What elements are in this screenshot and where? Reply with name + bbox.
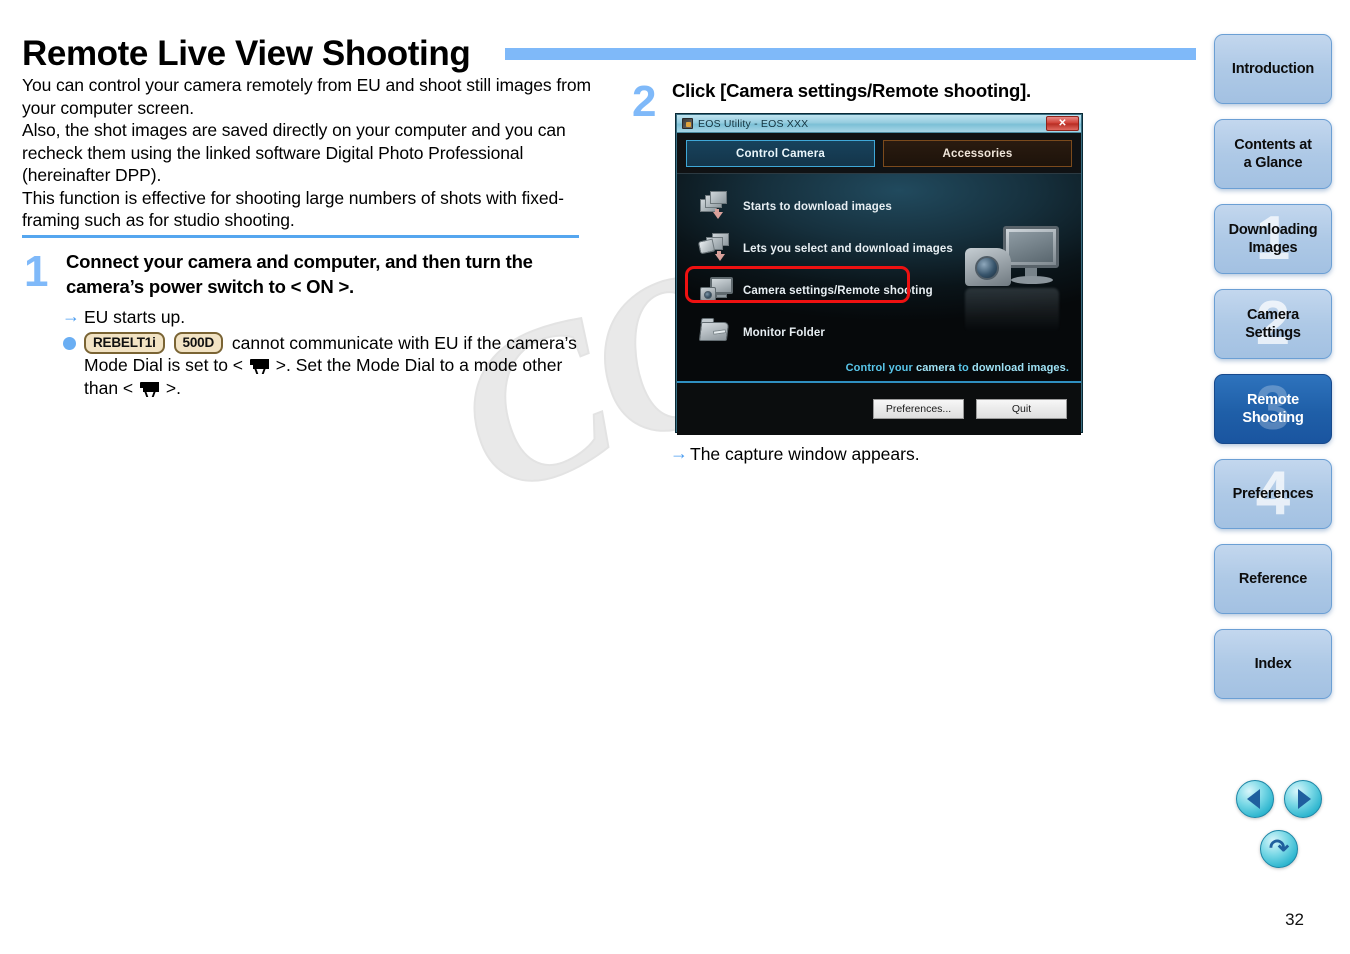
sidebar-label-contents-at-a-glance: Contents at a Glance: [1234, 137, 1312, 171]
step-1-body: → EU starts up. REBELT1i 500D cannot com…: [62, 306, 592, 399]
sidebar-item-preferences[interactable]: 4 Preferences: [1214, 459, 1332, 529]
sidebar-item-downloading-images[interactable]: 1 Downloading Images: [1214, 204, 1332, 274]
step-1-result-text: EU starts up.: [84, 307, 186, 327]
step-1-number: 1: [24, 247, 49, 296]
sidebar-label-index: Index: [1254, 656, 1292, 672]
sidebar-label-preferences: Preferences: [1232, 486, 1314, 502]
title-accent-rule: [505, 48, 1196, 60]
preferences-button[interactable]: Preferences...: [873, 399, 964, 419]
step-1-note-text-c: >.: [165, 377, 181, 398]
sidebar-label-remote-shooting: Remote Shooting: [1242, 392, 1304, 426]
model-badge-rebelt1i: REBELT1i: [84, 331, 165, 354]
step-2-number: 2: [632, 77, 657, 126]
tab-control-camera[interactable]: Control Camera: [686, 140, 875, 167]
movie-mode-icon: [249, 359, 270, 374]
menu-item-label-3: Monitor Folder: [743, 327, 825, 339]
bullet-dot-icon: [63, 336, 76, 350]
tab-accessories[interactable]: Accessories: [883, 140, 1072, 167]
caption-part-1: Control your: [845, 362, 916, 374]
step-2-heading: Click [Camera settings/Remote shooting].: [672, 80, 1031, 101]
folder-icon: [698, 316, 735, 350]
select-images-icon: [697, 232, 735, 266]
menu-item-camera-settings-remote-shooting[interactable]: Camera settings/Remote shooting: [691, 270, 966, 312]
caption-part-3: .: [1065, 362, 1069, 374]
eos-window-title: EOS Utility - EOS XXX: [698, 117, 809, 130]
caption-highlight-camera: camera: [916, 362, 956, 374]
return-arrow-icon: ↶: [1268, 835, 1290, 862]
eos-app-icon: [682, 118, 693, 129]
page-arrow-row: [1224, 780, 1334, 818]
intro-block: You can control your camera remotely fro…: [22, 74, 602, 232]
eos-window-footer: Preferences... Quit: [677, 381, 1081, 435]
sidebar-item-camera-settings[interactable]: 2 Camera Settings: [1214, 289, 1332, 359]
section-divider-rule: [22, 235, 579, 238]
menu-item-start-download[interactable]: Starts to download images: [691, 186, 966, 228]
step-1-heading: Connect your camera and computer, and th…: [66, 251, 533, 297]
sidebar-label-camera-settings: Camera Settings: [1245, 307, 1301, 341]
chevron-left-icon: [1247, 789, 1260, 809]
sidebar-item-introduction[interactable]: Introduction: [1214, 34, 1332, 104]
intro-paragraph-2: Also, the shot images are saved directly…: [22, 120, 566, 185]
close-icon[interactable]: ✕: [1046, 116, 1079, 131]
camera-monitor-illustration: [965, 226, 1063, 334]
quit-button[interactable]: Quit: [976, 399, 1067, 419]
sidebar-item-remote-shooting[interactable]: 3 Remote Shooting: [1214, 374, 1332, 444]
sidebar-label-reference: Reference: [1238, 571, 1308, 587]
menu-item-label-1: Lets you select and download images: [743, 243, 953, 255]
stacked-images-icon: [699, 190, 735, 224]
sidebar-item-contents-at-a-glance[interactable]: Contents at a Glance: [1214, 119, 1332, 189]
movie-mode-icon-2: [139, 381, 160, 397]
step-1-note: REBELT1i 500D cannot communicate with EU…: [62, 331, 592, 400]
sidebar-label-introduction: Introduction: [1231, 61, 1315, 77]
chevron-right-icon: [1298, 789, 1311, 809]
eos-window-titlebar: EOS Utility - EOS XXX ✕: [677, 115, 1081, 133]
page-number: 32: [1285, 910, 1304, 929]
intro-paragraph-3: This function is effective for shooting …: [22, 187, 564, 231]
menu-item-label-0: Starts to download images: [743, 201, 892, 213]
page-title: Remote Live View Shooting: [22, 34, 471, 73]
camera-monitor-icon: [699, 274, 735, 308]
next-page-button[interactable]: [1284, 780, 1322, 818]
caption-part-2: to: [955, 362, 973, 374]
caption-highlight-download: download images: [972, 362, 1066, 374]
menu-item-select-download[interactable]: Lets you select and download images: [691, 228, 966, 270]
eos-menu-list: Starts to download images Lets you selec…: [691, 186, 966, 354]
sidebar-item-index[interactable]: Index: [1214, 629, 1332, 699]
step-1-result: → EU starts up.: [62, 306, 592, 329]
page-root: Remote Live View Shooting You can contro…: [0, 0, 1350, 954]
arrow-right-icon: →: [62, 306, 80, 326]
eos-status-caption: Control your camera to download images.: [846, 362, 1069, 374]
step-2-result-text: The capture window appears.: [690, 444, 920, 464]
menu-item-label-2: Camera settings/Remote shooting: [743, 285, 933, 297]
previous-page-button[interactable]: [1236, 780, 1274, 818]
eos-tab-bar: Control Camera Accessories: [677, 133, 1081, 173]
sidebar-item-reference[interactable]: Reference: [1214, 544, 1332, 614]
step-2-result: → The capture window appears.: [670, 443, 920, 466]
return-button[interactable]: ↶: [1260, 830, 1298, 868]
menu-item-monitor-folder[interactable]: Monitor Folder: [691, 312, 966, 354]
eos-window-body: Starts to download images Lets you selec…: [677, 173, 1081, 381]
intro-paragraph-1: You can control your camera remotely fro…: [22, 75, 591, 118]
sidebar-label-downloading-images: Downloading Images: [1228, 222, 1318, 256]
eos-utility-window: EOS Utility - EOS XXX ✕ Control Camera A…: [676, 114, 1082, 435]
page-navigation-controls: ↶: [1224, 780, 1334, 868]
return-row: ↶: [1224, 830, 1334, 868]
sidebar-nav: Introduction Contents at a Glance 1 Down…: [1214, 34, 1336, 714]
arrow-right-icon-2: →: [670, 443, 688, 463]
model-badge-500d: 500D: [173, 331, 224, 354]
